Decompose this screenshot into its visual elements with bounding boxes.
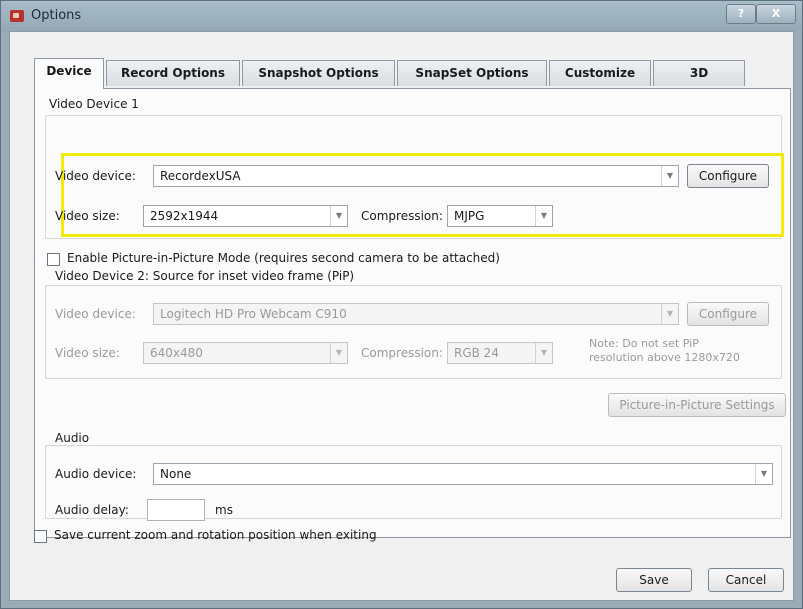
audio-delay-unit: ms [215, 503, 233, 517]
compression-value: MJPG [454, 209, 485, 223]
pip-settings-button[interactable]: Picture-in-Picture Settings [608, 393, 786, 417]
options-window: Options ? X Device Record Options Snapsh… [0, 0, 803, 609]
tab-customize[interactable]: Customize [549, 60, 651, 86]
audio-delay-label: Audio delay: [55, 503, 129, 517]
chevron-down-icon: ▼ [661, 304, 678, 324]
pip-video-size-select[interactable]: 640x480 ▼ [143, 342, 348, 364]
chevron-down-icon: ▼ [535, 206, 552, 226]
chevron-down-icon: ▼ [330, 343, 347, 363]
tab-device[interactable]: Device [34, 58, 104, 89]
pip-note-line-2: resolution above 1280x720 [589, 351, 740, 364]
cancel-button[interactable]: Cancel [708, 568, 784, 592]
tab-3d[interactable]: 3D [653, 60, 745, 86]
configure-button[interactable]: Configure [687, 164, 769, 188]
video-size-label: Video size: [55, 209, 120, 223]
title-bar[interactable]: Options ? X [1, 1, 802, 31]
audio-delay-input[interactable] [147, 499, 205, 521]
audio-group-label: Audio [55, 431, 90, 445]
dialog-client-area: Device Record Options Snapshot Options S… [9, 31, 794, 601]
chevron-down-icon: ▼ [661, 166, 678, 186]
chevron-down-icon: ▼ [330, 206, 347, 226]
pip-note-line-1: Note: Do not set PiP [589, 337, 699, 350]
pip-video-size-label: Video size: [55, 346, 120, 360]
close-button[interactable]: X [756, 4, 796, 24]
pip-checkbox[interactable] [47, 253, 60, 266]
help-button[interactable]: ? [726, 4, 756, 24]
pip-configure-button[interactable]: Configure [687, 302, 769, 326]
app-icon [10, 10, 24, 22]
pip-video-device-value: Logitech HD Pro Webcam C910 [160, 307, 347, 321]
video-device-value: RecordexUSA [160, 169, 241, 183]
compression-label: Compression: [361, 209, 443, 223]
tab-record-options[interactable]: Record Options [106, 60, 240, 86]
video-device-select[interactable]: RecordexUSA ▼ [153, 165, 679, 187]
video-device-label: Video device: [55, 169, 136, 183]
pip-video-device-label: Video device: [55, 307, 136, 321]
chevron-down-icon: ▼ [535, 343, 552, 363]
tab-snapshot-options[interactable]: Snapshot Options [242, 60, 395, 86]
pip-checkbox-label: Enable Picture-in-Picture Mode (requires… [67, 251, 500, 265]
compression-select[interactable]: MJPG ▼ [447, 205, 553, 227]
pip-compression-label: Compression: [361, 346, 443, 360]
chevron-down-icon: ▼ [755, 464, 772, 484]
tab-snapset-options[interactable]: SnapSet Options [397, 60, 547, 86]
window-title: Options [31, 8, 82, 23]
pip-video-size-value: 640x480 [150, 346, 203, 360]
pip-note: Note: Do not set PiP resolution above 12… [589, 337, 740, 365]
save-button[interactable]: Save [616, 568, 692, 592]
audio-device-label: Audio device: [55, 467, 137, 481]
pip-compression-value: RGB 24 [454, 346, 499, 360]
pip-video-device-select[interactable]: Logitech HD Pro Webcam C910 ▼ [153, 303, 679, 325]
save-zoom-checkbox[interactable] [34, 530, 47, 543]
audio-device-value: None [160, 467, 192, 481]
video-device-1-label: Video Device 1 [49, 97, 139, 111]
video-size-select[interactable]: 2592x1944 ▼ [143, 205, 348, 227]
video-size-value: 2592x1944 [150, 209, 219, 223]
audio-device-select[interactable]: None ▼ [153, 463, 773, 485]
save-zoom-label: Save current zoom and rotation position … [54, 528, 377, 542]
video-device-2-label: Video Device 2: Source for inset video f… [55, 269, 355, 283]
pip-compression-select[interactable]: RGB 24 ▼ [447, 342, 553, 364]
device-tab-panel: Video Device 1 Video device: RecordexUSA… [34, 88, 791, 538]
